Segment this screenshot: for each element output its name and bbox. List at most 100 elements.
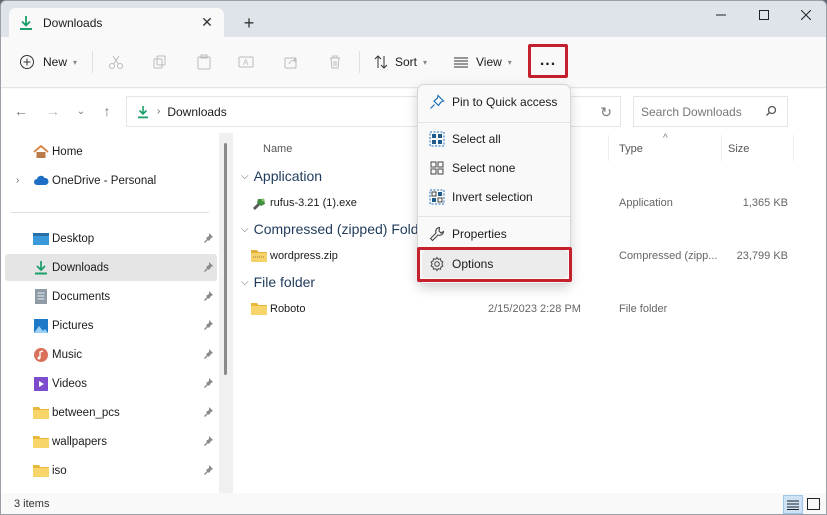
copy-icon[interactable] xyxy=(152,47,168,77)
sidebar-item-downloads[interactable]: Downloads xyxy=(5,254,217,281)
file-row[interactable]: Roboto 2/15/2023 2:28 PM File folder xyxy=(233,297,826,321)
recent-locations-chevron-icon[interactable]: ⌄ xyxy=(71,101,91,121)
toolbar-divider xyxy=(92,51,93,73)
back-arrow-icon[interactable]: ← xyxy=(11,101,31,121)
pin-icon[interactable] xyxy=(202,348,214,360)
exe-icon xyxy=(253,198,265,210)
menu-divider xyxy=(418,122,570,123)
documents-icon xyxy=(33,289,49,305)
cut-icon[interactable] xyxy=(108,47,124,77)
sidebar-item-wallpapers[interactable]: wallpapers xyxy=(5,428,217,455)
paste-icon[interactable] xyxy=(196,47,212,77)
sidebar-item-home[interactable]: Home xyxy=(5,138,217,165)
chevron-down-icon[interactable]: ⌵ xyxy=(241,171,249,182)
rename-icon[interactable]: A xyxy=(238,47,254,77)
close-icon[interactable] xyxy=(786,5,826,25)
pin-icon[interactable] xyxy=(202,435,214,447)
file-name: Roboto xyxy=(270,303,306,315)
sidebar-divider xyxy=(11,212,209,213)
column-header-name[interactable]: Name xyxy=(263,143,292,155)
menu-item-properties[interactable]: Properties xyxy=(422,220,568,248)
see-more-button[interactable]: ... xyxy=(528,44,568,78)
sidebar-item-videos[interactable]: Videos xyxy=(5,370,217,397)
sidebar-item-desktop[interactable]: Desktop xyxy=(5,225,217,252)
pin-icon[interactable] xyxy=(202,464,214,476)
tiles-view-button[interactable] xyxy=(807,498,820,510)
menu-item-select-all[interactable]: Select all xyxy=(422,125,568,153)
view-label: View xyxy=(476,55,502,69)
column-header-size[interactable]: Size xyxy=(728,143,749,155)
search-placeholder: Search Downloads xyxy=(641,104,742,119)
maximize-icon[interactable] xyxy=(744,5,784,25)
chevron-right-icon[interactable]: › xyxy=(16,175,19,186)
column-divider[interactable] xyxy=(608,135,609,161)
status-bar: 3 items xyxy=(1,493,826,514)
chevron-down-icon: ▾ xyxy=(73,57,78,67)
search-icon xyxy=(766,105,777,116)
sort-button[interactable]: Sort ▾ xyxy=(373,47,427,77)
group-header-application[interactable]: ⌵ Application xyxy=(241,168,322,184)
select-none-icon xyxy=(428,159,446,177)
breadcrumb-downloads[interactable]: Downloads xyxy=(167,105,226,119)
chevron-down-icon[interactable]: ⌵ xyxy=(241,224,249,235)
menu-item-pin-to-quick-access[interactable]: Pin to Quick access xyxy=(422,88,568,116)
sidebar-scrollbar[interactable] xyxy=(219,133,233,493)
pin-icon[interactable] xyxy=(202,232,214,244)
address-row: ← → ⌄ ↑ › Downloads ↻ Search Downloads xyxy=(1,89,826,133)
column-divider[interactable] xyxy=(721,135,722,161)
desktop-icon xyxy=(33,231,49,247)
file-name: wordpress.zip xyxy=(270,250,338,262)
forward-arrow-icon[interactable]: → xyxy=(43,101,63,121)
view-button[interactable]: View ▾ xyxy=(453,47,512,77)
menu-item-select-none[interactable]: Select none xyxy=(422,154,568,182)
details-view-button[interactable] xyxy=(783,495,803,514)
folder-icon xyxy=(33,463,49,479)
minimize-icon[interactable] xyxy=(701,5,741,25)
folder-icon xyxy=(33,405,49,421)
sort-label: Sort xyxy=(395,55,418,69)
pin-icon[interactable] xyxy=(202,290,214,302)
tab-title: Downloads xyxy=(43,16,103,30)
plus-icon[interactable]: + xyxy=(239,13,259,33)
sidebar-item-pictures[interactable]: Pictures xyxy=(5,312,217,339)
folder-icon xyxy=(251,303,267,315)
file-type: Compressed (zipp... xyxy=(619,250,718,262)
item-count: 3 items xyxy=(14,498,50,510)
chevron-down-icon[interactable]: ⌵ xyxy=(241,277,249,288)
pin-icon[interactable] xyxy=(202,261,214,273)
menu-item-invert-selection[interactable]: Invert selection xyxy=(422,183,568,211)
sidebar-item-music[interactable]: Music xyxy=(5,341,217,368)
pictures-icon xyxy=(33,318,49,334)
wrench-icon xyxy=(428,225,446,243)
close-tab-icon[interactable]: ✕ xyxy=(198,13,216,31)
view-list-icon xyxy=(454,57,468,68)
file-explorer-window: Downloads ✕ + New ▾ A Sort ▾ View ▾ ... … xyxy=(0,0,827,515)
invert-selection-icon xyxy=(428,188,446,206)
up-arrow-icon[interactable]: ↑ xyxy=(97,101,117,121)
menu-item-options[interactable]: Options xyxy=(422,250,568,278)
plus-circle-icon xyxy=(20,55,34,69)
sidebar-item-between-pcs[interactable]: between_pcs xyxy=(5,399,217,426)
pin-icon[interactable] xyxy=(202,319,214,331)
refresh-icon[interactable]: ↻ xyxy=(600,104,612,121)
sidebar-item-iso[interactable]: iso xyxy=(5,457,217,484)
tab-downloads[interactable]: Downloads ✕ xyxy=(9,8,224,38)
file-date: 2/15/2023 2:28 PM xyxy=(488,303,581,315)
pin-icon[interactable] xyxy=(202,406,214,418)
download-icon xyxy=(19,15,33,31)
column-divider[interactable] xyxy=(793,135,794,161)
search-input[interactable]: Search Downloads xyxy=(633,96,788,127)
column-header-type[interactable]: Type xyxy=(619,143,643,155)
new-button[interactable]: New ▾ xyxy=(19,47,77,77)
sidebar-item-onedrive[interactable]: › OneDrive - Personal xyxy=(5,167,217,194)
pin-icon[interactable] xyxy=(202,377,214,389)
group-header-compressed[interactable]: ⌵ Compressed (zipped) Folder xyxy=(241,221,431,237)
scrollbar-thumb[interactable] xyxy=(224,143,227,375)
sidebar-item-documents[interactable]: Documents xyxy=(5,283,217,310)
cloud-icon xyxy=(33,173,49,189)
delete-icon[interactable] xyxy=(327,47,343,77)
group-header-file-folder[interactable]: ⌵ File folder xyxy=(241,274,315,290)
share-icon[interactable] xyxy=(283,47,299,77)
gear-icon xyxy=(428,255,446,273)
chevron-down-icon: ▾ xyxy=(423,57,428,67)
